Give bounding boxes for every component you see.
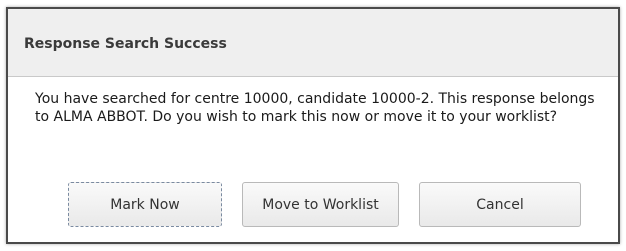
dialog-message: You have searched for centre 10000, cand…	[35, 91, 595, 125]
response-search-dialog: Response Search Success You have searche…	[6, 7, 620, 244]
move-to-worklist-button[interactable]: Move to Worklist	[242, 182, 399, 227]
dialog-header: Response Search Success	[8, 9, 618, 77]
dialog-title: Response Search Success	[24, 36, 227, 52]
mark-now-button[interactable]: Mark Now	[68, 182, 222, 227]
cancel-button[interactable]: Cancel	[419, 182, 581, 227]
